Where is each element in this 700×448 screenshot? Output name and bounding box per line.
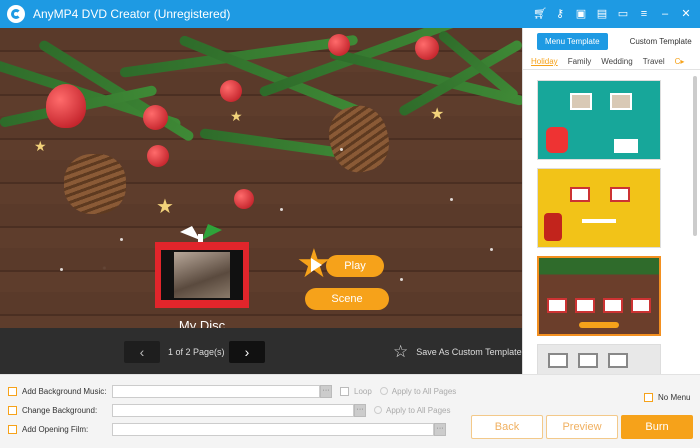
template-categories: Holiday Family Wedding Travel C▸ [523, 54, 700, 70]
no-menu-option[interactable]: No Menu [644, 393, 690, 402]
category-wedding[interactable]: Wedding [601, 57, 632, 66]
preview-pager: ‹ 1 of 2 Page(s) › ☆ Save As Custom Temp… [0, 328, 522, 374]
more-categories-icon[interactable]: C▸ [675, 57, 685, 66]
save-template-label: Save As Custom Template [416, 346, 522, 357]
preview-button[interactable]: Preview [546, 415, 618, 439]
change-background-label: Change Background: [22, 405, 98, 415]
menu-icon[interactable]: ≡ [638, 8, 650, 20]
scene-button[interactable]: Scene [305, 288, 389, 310]
template-thumb-2[interactable] [537, 168, 661, 248]
opening-film-label: Add Opening Film: [22, 424, 89, 434]
template-thumb-3-selected[interactable] [537, 256, 661, 336]
video-thumbnail [174, 252, 230, 298]
window-title: AnyMP4 DVD Creator (Unregistered) [33, 7, 231, 21]
tab-menu-template[interactable]: Menu Template [537, 32, 608, 50]
loop-label: Loop [354, 386, 372, 396]
template-thumb-1[interactable] [537, 80, 661, 160]
apply-all-background-radio[interactable] [374, 406, 382, 414]
no-menu-checkbox[interactable] [644, 393, 653, 402]
gift-bow-icon [180, 224, 222, 244]
background-music-field[interactable] [112, 384, 320, 398]
template-panel: Menu Template Custom Template Holiday Fa… [522, 28, 700, 374]
apply-all-background-label: Apply to All Pages [386, 405, 451, 415]
app-logo-icon [7, 5, 25, 23]
register-icon[interactable]: ▤ [596, 8, 608, 20]
star-outline-icon: ☆ [393, 342, 409, 361]
play-icon [311, 258, 322, 272]
disc-title[interactable]: My Disc [150, 318, 254, 328]
disc-thumbnail-frame[interactable] [155, 242, 249, 308]
christmas-garland: ★ ★ ★ ★ [0, 28, 522, 218]
template-scrollbar[interactable] [693, 76, 697, 236]
loop-checkbox[interactable] [340, 386, 349, 396]
background-music-label: Add Background Music: [22, 386, 107, 396]
cart-icon[interactable]: 🛒︎ [533, 8, 547, 20]
key-icon[interactable]: ⚷ [554, 8, 566, 20]
tab-custom-template[interactable]: Custom Template [622, 33, 700, 50]
play-button[interactable]: Play [326, 255, 384, 277]
save-icon[interactable]: ▣ [575, 8, 587, 20]
change-background-checkbox[interactable] [8, 405, 17, 415]
background-music-checkbox[interactable] [8, 386, 17, 396]
background-music-browse-button[interactable]: ··· [320, 384, 332, 398]
category-travel[interactable]: Travel [643, 57, 665, 66]
opening-film-browse-button[interactable]: ··· [434, 422, 446, 436]
apply-all-music-label: Apply to All Pages [391, 386, 457, 396]
bottom-options: Add Background Music: ··· Loop Apply to … [0, 374, 700, 448]
minimize-icon[interactable]: – [659, 8, 671, 20]
close-icon[interactable]: ✕ [680, 8, 692, 20]
no-menu-label: No Menu [658, 393, 691, 402]
title-bar: AnyMP4 DVD Creator (Unregistered) 🛒︎ ⚷ ▣… [0, 0, 700, 28]
template-list [523, 72, 693, 374]
menu-preview: ★ ★ ★ ★ My Disc Play ★ Scene [0, 28, 522, 328]
save-custom-template-button[interactable]: ☆ Save As Custom Template [393, 343, 522, 360]
next-page-button[interactable]: › [229, 341, 265, 363]
feedback-icon[interactable]: ▭ [617, 8, 629, 20]
prev-page-button[interactable]: ‹ [124, 341, 160, 363]
opening-film-checkbox[interactable] [8, 424, 17, 434]
title-bar-controls: 🛒︎ ⚷ ▣ ▤ ▭ ≡ – ✕ [533, 0, 692, 28]
change-background-browse-button[interactable]: ··· [354, 403, 366, 417]
category-holiday[interactable]: Holiday [531, 57, 558, 66]
back-button[interactable]: Back [471, 415, 543, 439]
opening-film-field[interactable] [112, 422, 434, 436]
change-background-field[interactable] [112, 403, 354, 417]
page-indicator: 1 of 2 Page(s) [168, 347, 225, 357]
apply-all-music-radio[interactable] [379, 387, 388, 395]
template-thumb-4[interactable] [537, 344, 661, 374]
burn-button[interactable]: Burn [621, 415, 693, 439]
category-family[interactable]: Family [568, 57, 592, 66]
